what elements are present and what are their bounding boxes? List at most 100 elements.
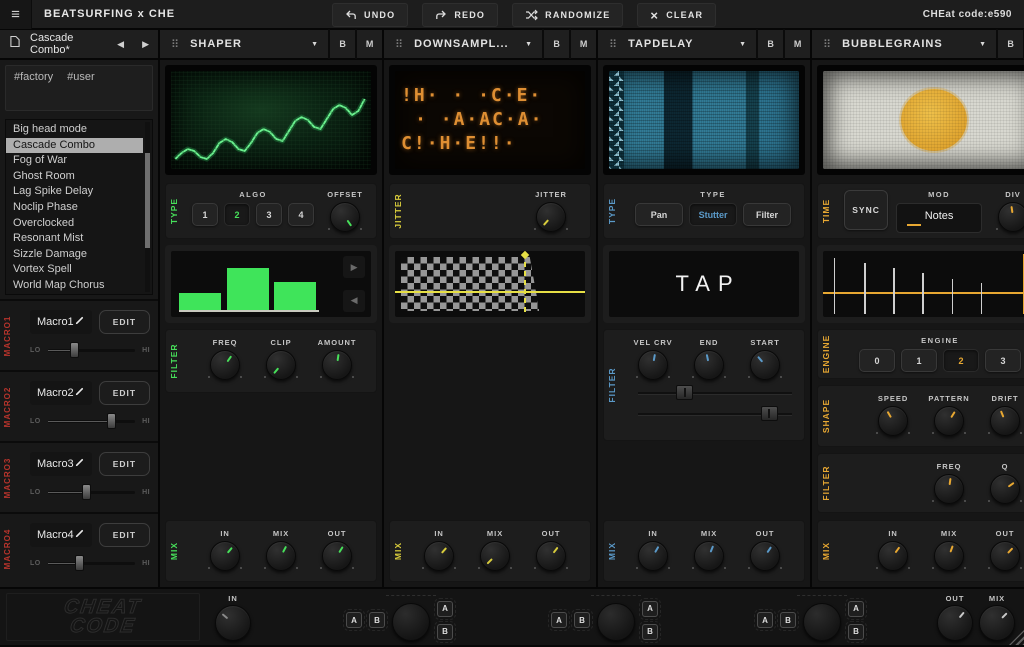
out-knob[interactable]: OUT xyxy=(982,529,1024,571)
end-knob[interactable]: END xyxy=(686,338,732,380)
randomize-button[interactable]: RANDOMIZE xyxy=(512,3,623,27)
mute-button[interactable]: M xyxy=(355,29,382,59)
preset-item[interactable]: Overclocked xyxy=(6,216,152,232)
engine-button-2[interactable]: 2 xyxy=(943,349,979,372)
preset-item[interactable]: Fog of War xyxy=(6,153,152,169)
drag-handle-icon[interactable]: ⠿ xyxy=(160,38,190,51)
out-knob[interactable]: OUT xyxy=(742,529,788,571)
in-knob[interactable]: IN xyxy=(202,529,248,571)
tag-user[interactable]: #user xyxy=(67,71,95,83)
pattern-knob[interactable]: PATTERN xyxy=(926,394,972,436)
tag-factory[interactable]: #factory xyxy=(14,71,53,83)
global-mix-knob[interactable]: MIX xyxy=(972,594,1022,641)
preset-item[interactable]: Noclip Phase xyxy=(6,200,152,216)
out-knob[interactable]: OUT xyxy=(314,529,360,571)
macro2-slider-handle[interactable] xyxy=(107,413,116,429)
level-bar[interactable] xyxy=(274,282,316,310)
preset-item[interactable]: Big head mode xyxy=(6,122,152,138)
mute-button[interactable]: M xyxy=(569,29,596,59)
macro4-edit-button[interactable]: EDIT xyxy=(99,523,150,547)
macro4-slider[interactable] xyxy=(48,555,135,571)
routing-knob[interactable] xyxy=(392,603,430,641)
out-knob[interactable]: OUT xyxy=(528,529,574,571)
route-b-button[interactable]: B xyxy=(642,624,658,640)
q-knob[interactable]: Q xyxy=(982,462,1024,504)
route-b-button[interactable]: B xyxy=(848,624,864,640)
macro1-edit-button[interactable]: EDIT xyxy=(99,310,150,334)
mix-knob[interactable]: MIX xyxy=(258,529,304,571)
scrollbar-thumb[interactable] xyxy=(145,153,150,248)
route-b-button[interactable]: B xyxy=(780,612,796,628)
algo-button-3[interactable]: 3 xyxy=(256,203,282,226)
engine-button-3[interactable]: 3 xyxy=(985,349,1021,372)
module-select-button[interactable]: ▼ xyxy=(969,41,996,48)
filter-lo-slider[interactable] xyxy=(638,384,792,401)
type-stutter-button[interactable]: Stutter xyxy=(689,203,737,226)
module-select-button[interactable]: ▼ xyxy=(301,41,328,48)
menu-button[interactable]: ≡ xyxy=(0,0,32,29)
next-preset-button[interactable]: ▶ xyxy=(133,29,158,59)
in-knob[interactable]: IN xyxy=(416,529,462,571)
macro1-slider-handle[interactable] xyxy=(70,342,79,358)
macro3-name-field[interactable]: Macro3 xyxy=(30,452,92,476)
preset-item-selected[interactable]: Cascade Combo xyxy=(6,138,143,154)
preset-item[interactable]: Lag Spike Delay xyxy=(6,184,152,200)
type-filter-button[interactable]: Filter xyxy=(743,203,791,226)
routing-knob[interactable] xyxy=(597,603,635,641)
algo-button-1[interactable]: 1 xyxy=(192,203,218,226)
macro2-slider[interactable] xyxy=(48,413,135,429)
start-knob[interactable]: START xyxy=(742,338,788,380)
mix-knob[interactable]: MIX xyxy=(686,529,732,571)
routing-knob[interactable] xyxy=(803,603,841,641)
crosshair-horizontal[interactable] xyxy=(395,291,585,293)
macro3-slider[interactable] xyxy=(48,484,135,500)
route-a-button[interactable]: A xyxy=(642,601,658,617)
drag-handle-icon[interactable]: ⠿ xyxy=(384,38,414,51)
route-a-button[interactable]: A xyxy=(551,612,567,628)
macro4-name-field[interactable]: Macro4 xyxy=(30,523,92,547)
clip-knob[interactable]: CLIP xyxy=(258,338,304,380)
clear-button[interactable]: × CLEAR xyxy=(637,3,716,27)
mix-knob[interactable]: MIX xyxy=(472,529,518,571)
jitter-knob[interactable]: JITTER xyxy=(528,190,574,232)
prev-preset-button[interactable]: ◀ xyxy=(108,29,133,59)
bypass-button[interactable]: B xyxy=(756,29,783,59)
module-select-button[interactable]: ▼ xyxy=(515,41,542,48)
in-knob[interactable]: IN xyxy=(630,529,676,571)
type-pan-button[interactable]: Pan xyxy=(635,203,683,226)
velcrv-knob[interactable]: VEL CRV xyxy=(630,338,676,380)
drag-handle-icon[interactable]: ⠿ xyxy=(812,38,842,51)
mute-button[interactable]: M xyxy=(783,29,810,59)
algo-button-2[interactable]: 2 xyxy=(224,203,250,226)
route-a-button[interactable]: A xyxy=(757,612,773,628)
sync-button[interactable]: SYNC xyxy=(844,190,888,230)
route-b-button[interactable]: B xyxy=(437,624,453,640)
redo-button[interactable]: REDO xyxy=(422,3,498,27)
preset-file-button[interactable] xyxy=(0,35,30,53)
freq-knob[interactable]: FREQ xyxy=(202,338,248,380)
macro1-slider[interactable] xyxy=(48,342,135,358)
level-bar[interactable] xyxy=(227,268,269,310)
undo-button[interactable]: UNDO xyxy=(332,3,408,27)
preset-item[interactable]: Sizzle Damage xyxy=(6,247,152,263)
crosshair-vertical[interactable] xyxy=(524,253,526,315)
step-forward-button[interactable]: ▶ xyxy=(343,256,365,278)
bypass-button[interactable]: B xyxy=(328,29,355,59)
level-bar[interactable] xyxy=(179,293,221,310)
global-in-knob[interactable]: IN xyxy=(208,594,258,641)
algo-button-4[interactable]: 4 xyxy=(288,203,314,226)
amount-knob[interactable]: AMOUNT xyxy=(314,338,360,380)
filter-lo-handle[interactable] xyxy=(676,385,693,400)
speed-knob[interactable]: SPEED xyxy=(870,394,916,436)
tap-label[interactable]: TAP xyxy=(675,271,740,297)
macro2-edit-button[interactable]: EDIT xyxy=(99,381,150,405)
preset-item[interactable]: World Map Chorus xyxy=(6,278,152,294)
filter-hi-handle[interactable] xyxy=(761,406,778,421)
freq-knob[interactable]: FREQ xyxy=(926,462,972,504)
preset-scrollbar[interactable] xyxy=(145,122,150,292)
offset-knob[interactable]: OFFSET xyxy=(322,190,368,232)
mod-source-dropdown[interactable]: Notes xyxy=(896,203,982,233)
step-back-button[interactable]: ◀ xyxy=(343,290,365,312)
route-b-button[interactable]: B xyxy=(574,612,590,628)
tap-display[interactable]: TAP xyxy=(603,245,805,323)
